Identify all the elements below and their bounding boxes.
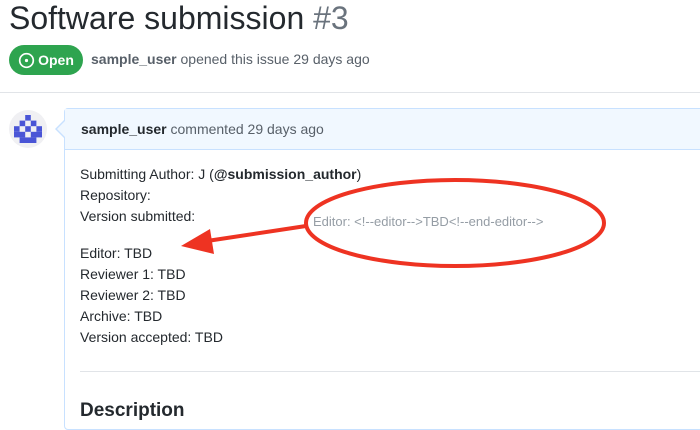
annotation-ellipse	[304, 178, 606, 268]
annotation-arrow-head	[181, 229, 214, 254]
annotation-arrow-shaft	[205, 224, 308, 243]
annotation-overlay	[181, 178, 606, 268]
